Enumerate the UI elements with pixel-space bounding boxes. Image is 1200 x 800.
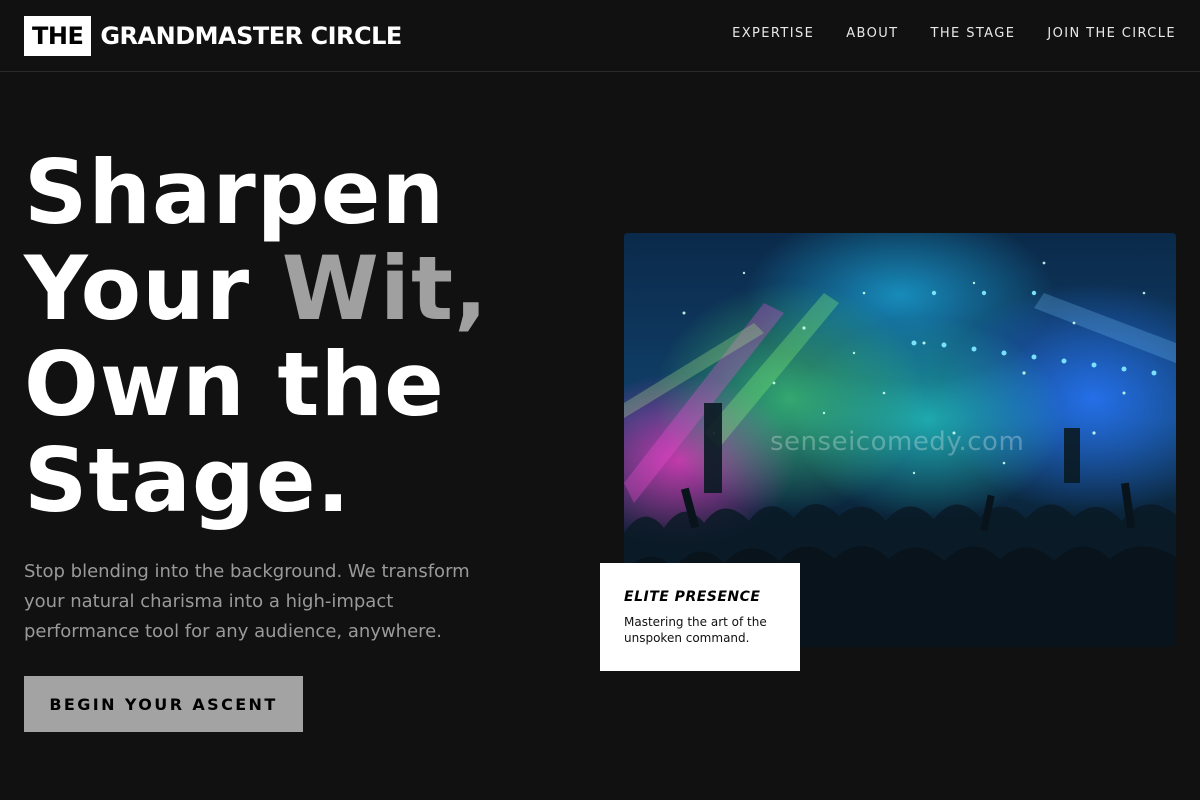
card-title: ELITE PRESENCE (624, 589, 761, 605)
nav-link-the-stage[interactable]: THE STAGE (931, 26, 1016, 41)
main-nav: EXPERTISE ABOUT THE STAGE JOIN THE CIRCL… (732, 26, 1176, 41)
site-header: THE GRANDMASTER CIRCLE EXPERTISE ABOUT T… (0, 0, 1200, 72)
logo-text: GRANDMASTER CIRCLE (100, 22, 402, 50)
nav-link-expertise[interactable]: EXPERTISE (732, 26, 814, 41)
hero-title-line-3: Own the (24, 333, 445, 436)
elite-presence-card: ELITE PRESENCE Mastering the art of the … (600, 563, 800, 671)
hero-title-line-2: Your (24, 237, 282, 340)
watermark-text: senseicomedy.com (770, 427, 1025, 457)
card-subtitle: Mastering the art of the unspoken comman… (624, 615, 767, 645)
hero-title: Sharpen Your Wit, Own the Stage. (24, 145, 584, 529)
begin-your-ascent-button[interactable]: BEGIN YOUR ASCENT (24, 676, 303, 732)
nav-link-about[interactable]: ABOUT (846, 26, 898, 41)
logo[interactable]: THE GRANDMASTER CIRCLE (24, 16, 402, 56)
hero-description: Stop blending into the background. We tr… (24, 561, 470, 642)
hero-title-accent: Wit, (281, 237, 489, 340)
hero-title-line-4: Stage. (24, 429, 351, 532)
hero-title-line-1: Sharpen (24, 141, 446, 244)
nav-link-join-the-circle[interactable]: JOIN THE CIRCLE (1047, 26, 1176, 41)
logo-box: THE (24, 16, 92, 56)
